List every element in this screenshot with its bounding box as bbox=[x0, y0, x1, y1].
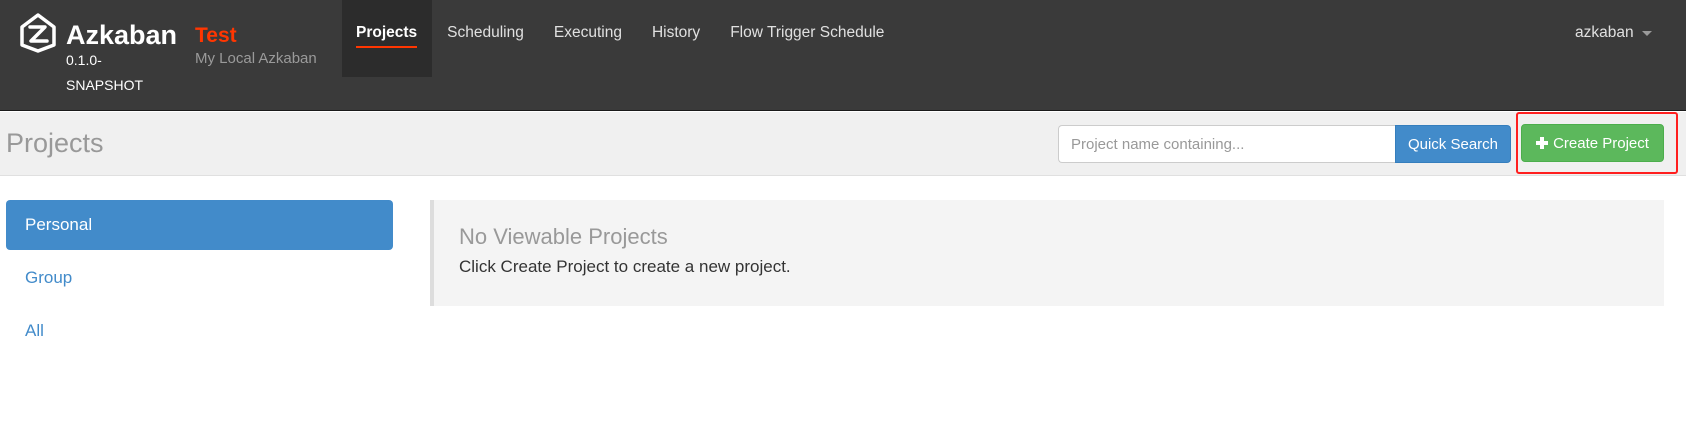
sidebar-item-label: Personal bbox=[25, 215, 93, 234]
plus-icon bbox=[1536, 137, 1549, 149]
environment-description: My Local Azkaban bbox=[195, 50, 317, 67]
top-navbar: Azkaban 0.1.0-SNAPSHOT Test My Local Azk… bbox=[0, 0, 1686, 111]
sidebar-item-label: Group bbox=[25, 268, 73, 287]
empty-state-text: Click Create Project to create a new pro… bbox=[459, 257, 791, 276]
project-filter-sidebar: Personal Group All bbox=[6, 200, 393, 359]
nav-item-history[interactable]: History bbox=[637, 0, 715, 77]
brand-name[interactable]: Azkaban bbox=[66, 19, 177, 51]
nav-item-label: Projects bbox=[356, 24, 418, 48]
chevron-down-icon bbox=[1641, 30, 1652, 36]
nav-item-projects[interactable]: Projects bbox=[342, 0, 433, 77]
create-project-button[interactable]: Create Project bbox=[1521, 124, 1664, 162]
page-title: Projects bbox=[6, 128, 104, 158]
nav-item-executing[interactable]: Executing bbox=[539, 0, 637, 77]
sidebar-item-personal[interactable]: Personal bbox=[6, 200, 393, 250]
user-menu-dropdown[interactable]: azkaban bbox=[1575, 24, 1652, 42]
nav-item-flow-trigger-schedule[interactable]: Flow Trigger Schedule bbox=[715, 0, 899, 77]
environment-name: Test bbox=[195, 24, 237, 47]
sidebar-item-all[interactable]: All bbox=[6, 306, 393, 356]
azkaban-logo-icon[interactable] bbox=[17, 12, 59, 54]
nav-item-label: Scheduling bbox=[447, 24, 524, 41]
nav-item-label: Executing bbox=[553, 24, 622, 41]
nav-item-label: History bbox=[651, 24, 701, 41]
main-nav: Projects Scheduling Executing History Fl… bbox=[342, 0, 899, 77]
search-input[interactable] bbox=[1058, 125, 1396, 163]
quick-search-button[interactable]: Quick Search bbox=[1395, 125, 1511, 163]
empty-state-title: No Viewable Projects bbox=[459, 224, 668, 249]
create-project-label: Create Project bbox=[1553, 134, 1649, 152]
sidebar-item-label: All bbox=[25, 321, 44, 340]
sidebar-item-group[interactable]: Group bbox=[6, 253, 393, 303]
brand-version: 0.1.0-SNAPSHOT bbox=[66, 52, 144, 93]
user-name: azkaban bbox=[1575, 24, 1634, 41]
nav-item-scheduling[interactable]: Scheduling bbox=[432, 0, 539, 77]
nav-item-label: Flow Trigger Schedule bbox=[730, 24, 885, 41]
page-header: Projects Quick Search bbox=[0, 112, 1686, 176]
empty-projects-panel: No Viewable Projects Click Create Projec… bbox=[430, 200, 1664, 306]
